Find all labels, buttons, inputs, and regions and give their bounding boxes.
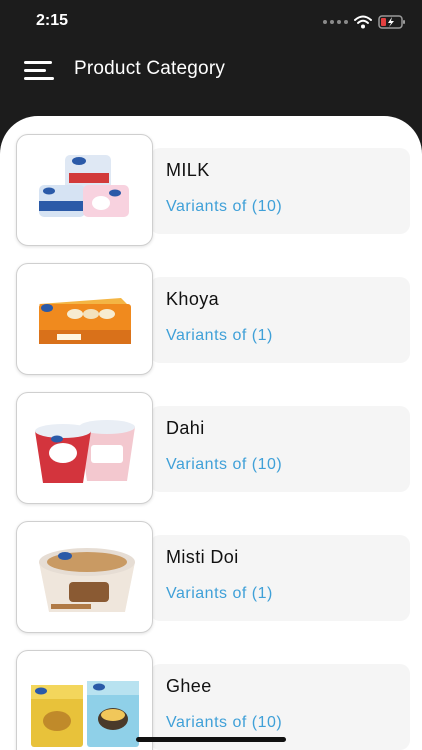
category-name: Misti Doi: [166, 547, 239, 567]
milk-packets-icon: [39, 155, 129, 217]
category-card[interactable]: Misti Doi Variants of (1): [150, 535, 410, 621]
misti-doi-cup-icon: [39, 548, 135, 612]
dahi-cups-icon: [35, 420, 135, 483]
category-item-dahi[interactable]: Dahi Variants of (10): [0, 392, 422, 504]
menu-icon[interactable]: [24, 58, 56, 84]
category-thumbnail[interactable]: [16, 650, 153, 750]
category-name: MILK: [166, 160, 210, 180]
category-card[interactable]: Khoya Variants of (1): [150, 277, 410, 363]
status-bar: 2:15: [0, 0, 422, 44]
category-item-milk[interactable]: MILK Variants of (10): [0, 134, 422, 246]
category-item-misti-doi[interactable]: Misti Doi Variants of (1): [0, 521, 422, 633]
status-icons: [323, 13, 406, 31]
category-variants-link[interactable]: Variants of (1): [166, 585, 273, 603]
category-thumbnail[interactable]: [16, 263, 153, 375]
category-thumbnail[interactable]: [16, 134, 153, 246]
category-variants-link[interactable]: Variants of (10): [166, 714, 282, 732]
ghee-boxes-icon: [31, 681, 139, 747]
category-card[interactable]: MILK Variants of (10): [150, 148, 410, 234]
status-time: 2:15: [36, 12, 69, 29]
category-name: Khoya: [166, 289, 220, 309]
page-title: Product Category: [74, 58, 226, 79]
category-card[interactable]: Dahi Variants of (10): [150, 406, 410, 492]
home-indicator: [136, 737, 286, 742]
content-panel: MILK Variants of (10) Khoya Variants of …: [0, 116, 422, 750]
category-name: Dahi: [166, 418, 205, 438]
category-variants-link[interactable]: Variants of (10): [166, 456, 282, 474]
app-header: Product Category: [0, 44, 422, 100]
category-item-ghee[interactable]: Ghee Variants of (10): [0, 650, 422, 750]
category-thumbnail[interactable]: [16, 392, 153, 504]
category-thumbnail[interactable]: [16, 521, 153, 633]
category-name: Ghee: [166, 676, 212, 696]
wifi-icon: [354, 15, 372, 29]
battery-charging-icon: [378, 15, 406, 29]
signal-icon: [323, 20, 348, 24]
category-variants-link[interactable]: Variants of (10): [166, 198, 282, 216]
category-item-khoya[interactable]: Khoya Variants of (1): [0, 263, 422, 375]
khoya-box-icon: [39, 298, 131, 344]
category-variants-link[interactable]: Variants of (1): [166, 327, 273, 345]
